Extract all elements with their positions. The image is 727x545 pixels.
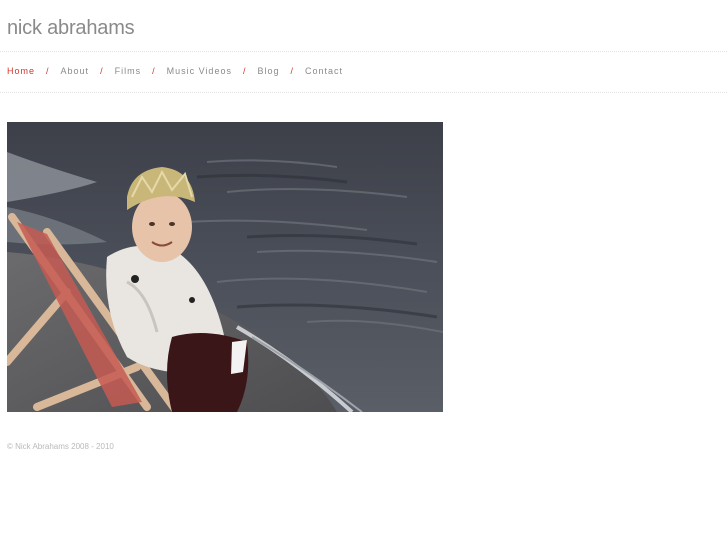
header-divider [0,51,727,52]
nav-separator: / [100,66,104,76]
nav-item-blog[interactable]: Blog [257,66,279,76]
hero-photo-illustration [7,122,443,412]
nav-divider [0,92,727,93]
nav-item-music-videos[interactable]: Music Videos [167,66,232,76]
nav-item-films[interactable]: Films [115,66,142,76]
footer-copyright: © Nick Abrahams 2008 - 2010 [7,442,114,451]
nav-separator: / [152,66,156,76]
nav-item-home[interactable]: Home [7,66,35,76]
site-title[interactable]: nick abrahams [7,17,135,40]
nav-separator: / [290,66,294,76]
nav-item-about[interactable]: About [61,66,90,76]
nav-item-contact[interactable]: Contact [305,66,343,76]
main-nav: Home / About / Films / Music Videos / Blog / Conta… [7,66,343,76]
hero-image [7,122,443,412]
nav-separator: / [46,66,50,76]
nav-separator: / [242,66,247,76]
